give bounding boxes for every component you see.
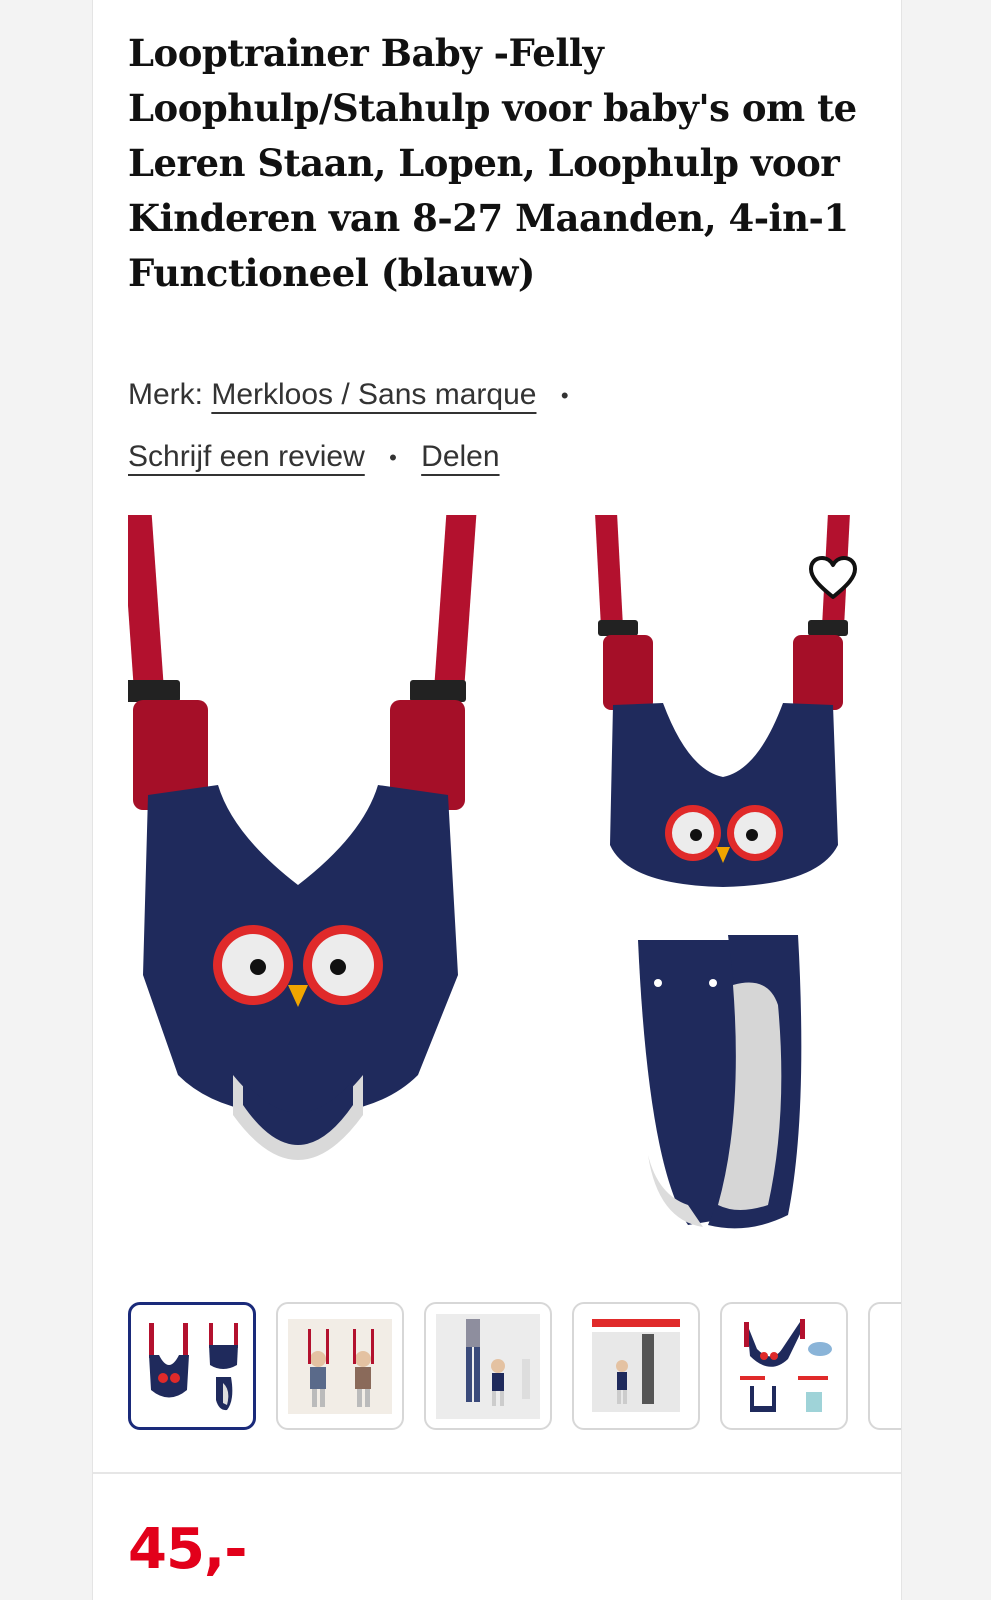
thumb-babies-wearing-harness[interactable] bbox=[276, 1302, 404, 1430]
thumb-parent-walking-baby[interactable] bbox=[424, 1302, 552, 1430]
separator-dot: • bbox=[389, 445, 397, 471]
actions-row: Schrijf een review • Delen bbox=[128, 440, 500, 474]
favorite-heart-icon[interactable] bbox=[808, 555, 858, 601]
main-product-image[interactable] bbox=[121, 509, 873, 1255]
share-link[interactable]: Delen bbox=[421, 440, 499, 473]
brand-label: Merk: bbox=[128, 378, 203, 411]
harness-illustration bbox=[121, 509, 851, 1229]
separator-dot: • bbox=[560, 383, 569, 409]
write-review-link[interactable]: Schrijf een review bbox=[128, 440, 365, 473]
thumbnail-strip bbox=[128, 1302, 901, 1432]
harness-strap-view bbox=[638, 935, 802, 1229]
thumb-parent-with-baby-banner[interactable] bbox=[572, 1302, 700, 1430]
product-title: Looptrainer Baby -Felly Loophulp/Stahulp… bbox=[128, 31, 857, 295]
product-card: Looptrainer Baby -Felly Loophulp/Stahulp… bbox=[92, 0, 902, 1600]
brand-row: Merk: Merkloos / Sans marque • bbox=[128, 378, 585, 412]
harness-front-view bbox=[121, 509, 477, 1160]
thumb-harness-front-and-side[interactable] bbox=[128, 1302, 256, 1430]
thumb-harness-parts-overview[interactable] bbox=[720, 1302, 848, 1430]
price: 45,- bbox=[128, 1517, 247, 1582]
brand-link[interactable]: Merkloos / Sans marque bbox=[211, 378, 536, 411]
divider bbox=[93, 1472, 901, 1474]
thumb-next-partial[interactable] bbox=[868, 1302, 901, 1430]
